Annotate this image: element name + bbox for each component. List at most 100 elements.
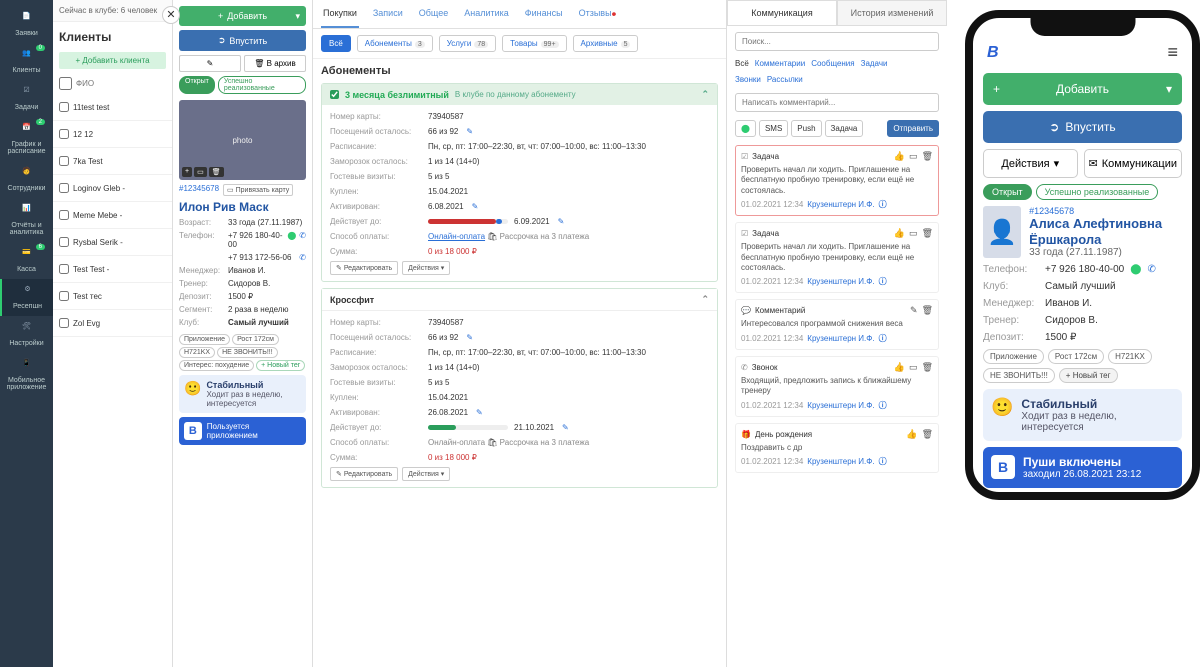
archive-button[interactable]: 🗑 В архив [244, 55, 306, 72]
admit-button[interactable]: ➲Впустить [179, 30, 306, 51]
add-client-button[interactable]: + Добавить клиента [59, 52, 166, 69]
list-item[interactable]: Test Test - [53, 256, 172, 283]
select-all-checkbox[interactable] [59, 77, 72, 90]
tab-general[interactable]: Общее [417, 0, 450, 28]
list-item[interactable]: 7ka Test [53, 148, 172, 175]
list-item[interactable]: Rysbal Serik - [53, 229, 172, 256]
help-icon[interactable]: ⓘ [879, 199, 887, 210]
phone-icon[interactable]: ✆ [299, 231, 306, 249]
subscription-header[interactable]: 3 месяца безлимитный В клубе по данному … [322, 84, 717, 105]
phone-notch [1030, 18, 1135, 36]
nav-staff[interactable]: 🧑Сотрудники [0, 161, 53, 198]
edit-icon[interactable]: ✎ [466, 127, 473, 136]
edit-icon[interactable]: ✎ [472, 202, 479, 211]
tab-history[interactable]: История изменений [837, 0, 947, 25]
tag[interactable]: НЕ ЗВОНИТЬ!!! [217, 347, 278, 358]
whatsapp-option[interactable]: ⬤ [735, 120, 756, 137]
bind-card-button[interactable]: ▭ Привязать карту [223, 184, 293, 196]
tag[interactable]: Приложение [983, 349, 1044, 364]
close-icon[interactable]: ✕ [162, 6, 180, 24]
tab-analytics[interactable]: Аналитика [462, 0, 511, 28]
tab-purchases[interactable]: Покупки [321, 0, 359, 28]
phone-comm-button[interactable]: ✉Коммуникации [1084, 149, 1182, 178]
pill-subs[interactable]: Абонементы3 [357, 35, 433, 52]
photo-del-icon[interactable]: 🗑 [209, 167, 224, 177]
photo-add-icon[interactable]: + [182, 167, 192, 177]
edit-icon[interactable]: ✎ [476, 408, 483, 417]
edit-icon[interactable]: ✎ [562, 423, 569, 432]
photo-card-icon[interactable]: ▭ [194, 167, 207, 177]
whatsapp-icon[interactable]: ⬤ [287, 231, 296, 249]
list-item[interactable]: Test тес [53, 283, 172, 310]
nav-mobile[interactable]: 📱Мобильное приложение [0, 353, 53, 397]
edit-icon[interactable]: ✎ [466, 333, 473, 342]
nav-clients[interactable]: 👥Клиенты0 [0, 43, 53, 80]
tab-reviews[interactable]: Отзывы• [577, 0, 619, 28]
pill-goods[interactable]: Товары99+ [502, 35, 566, 52]
filter-comments[interactable]: Комментарии [755, 57, 805, 70]
filter-tasks[interactable]: Задачи [861, 57, 888, 70]
add-button[interactable]: +Добавить▾ [179, 6, 306, 26]
nav-reports[interactable]: 📊Отчёты и аналитика [0, 198, 53, 242]
list-item[interactable]: Zol Evg [53, 310, 172, 337]
comment-input[interactable] [735, 93, 939, 112]
list-item[interactable]: Loginov Gleb - [53, 175, 172, 202]
list-item[interactable]: 12 12 [53, 121, 172, 148]
sms-option[interactable]: SMS [759, 120, 788, 137]
menu-icon[interactable]: ≡ [1167, 42, 1178, 63]
list-item[interactable]: 11test test [53, 94, 172, 121]
tab-finance[interactable]: Финансы [523, 0, 565, 28]
edit-sub-button[interactable]: ✎ Редактировать [330, 261, 398, 275]
thumb-up-icon[interactable]: 👍 [894, 151, 905, 162]
phone-icon[interactable]: ✆ [299, 253, 306, 262]
phone-actions-button[interactable]: Действия ▾ [983, 149, 1078, 178]
filter-calls[interactable]: Звонки [735, 73, 761, 86]
search-input[interactable] [735, 32, 939, 51]
task-option[interactable]: Задача [825, 120, 864, 137]
sub-actions-button[interactable]: Действия ▾ [402, 261, 450, 275]
nav-tasks[interactable]: ☑Задачи [0, 80, 53, 117]
filter-mailings[interactable]: Рассылки [767, 73, 803, 86]
calendar-icon[interactable]: ▭ [909, 151, 918, 162]
tag[interactable]: Приложение [179, 334, 230, 345]
nav-reception[interactable]: ⚙Ресепшн [0, 279, 53, 316]
tag[interactable]: H721KX [1108, 349, 1152, 364]
nav-requests[interactable]: 📄Заявки [0, 6, 53, 43]
phone-icon[interactable]: ✆ [1147, 264, 1155, 275]
subscription-header[interactable]: Кроссфит ⌃ [322, 289, 717, 311]
tag[interactable]: Рост 172см [1048, 349, 1104, 364]
filter-all[interactable]: Всё [735, 57, 749, 70]
client-id: #12345678 [1029, 206, 1182, 216]
whatsapp-icon[interactable]: ⬤ [1130, 264, 1141, 275]
tag[interactable]: H721KX [179, 347, 215, 358]
pill-all[interactable]: Всё [321, 35, 351, 52]
list-item[interactable]: Meme Mebe - [53, 202, 172, 229]
pill-services[interactable]: Услуги78 [439, 35, 496, 52]
tag[interactable]: НЕ ЗВОНИТЬ!!! [983, 368, 1055, 383]
nav-settings[interactable]: 🛠Настройки [0, 316, 53, 353]
pill-archive[interactable]: Архивные5 [573, 35, 639, 52]
filter-messages[interactable]: Сообщения [811, 57, 854, 70]
sub-actions-button[interactable]: Действия ▾ [402, 467, 450, 481]
send-button[interactable]: Отправить [887, 120, 939, 137]
tab-communication[interactable]: Коммуникация [727, 0, 837, 25]
tag[interactable]: Интерес: похудение [179, 360, 254, 371]
edit-button[interactable]: ✎ [179, 55, 241, 72]
phone-add-button[interactable]: +Добавить▾ [983, 73, 1182, 105]
add-tag-button[interactable]: + Новый тег [256, 360, 305, 371]
edit-icon[interactable]: ✎ [910, 305, 918, 316]
add-tag-button[interactable]: + Новый тег [1059, 368, 1118, 383]
push-option[interactable]: Push [791, 120, 821, 137]
nav-schedule[interactable]: 📅График и расписание2 [0, 117, 53, 161]
edit-sub-button[interactable]: ✎ Редактировать [330, 467, 398, 481]
tab-records[interactable]: Записи [371, 0, 405, 28]
edit-icon[interactable]: ✎ [558, 217, 565, 226]
nav-cash[interactable]: 💳Касса6 [0, 242, 53, 279]
phone-admit-button[interactable]: ➲Впустить [983, 111, 1182, 143]
tag[interactable]: Рост 172см [232, 334, 279, 345]
sub-checkbox[interactable] [330, 90, 339, 99]
club-status: Сейчас в клубе: 6 человек [53, 0, 172, 22]
delete-icon[interactable]: 🗑 [922, 305, 933, 316]
phone-push-card: В Пуши включенызаходил 26.08.2021 23:12 [983, 447, 1182, 488]
delete-icon[interactable]: 🗑 [922, 151, 933, 162]
